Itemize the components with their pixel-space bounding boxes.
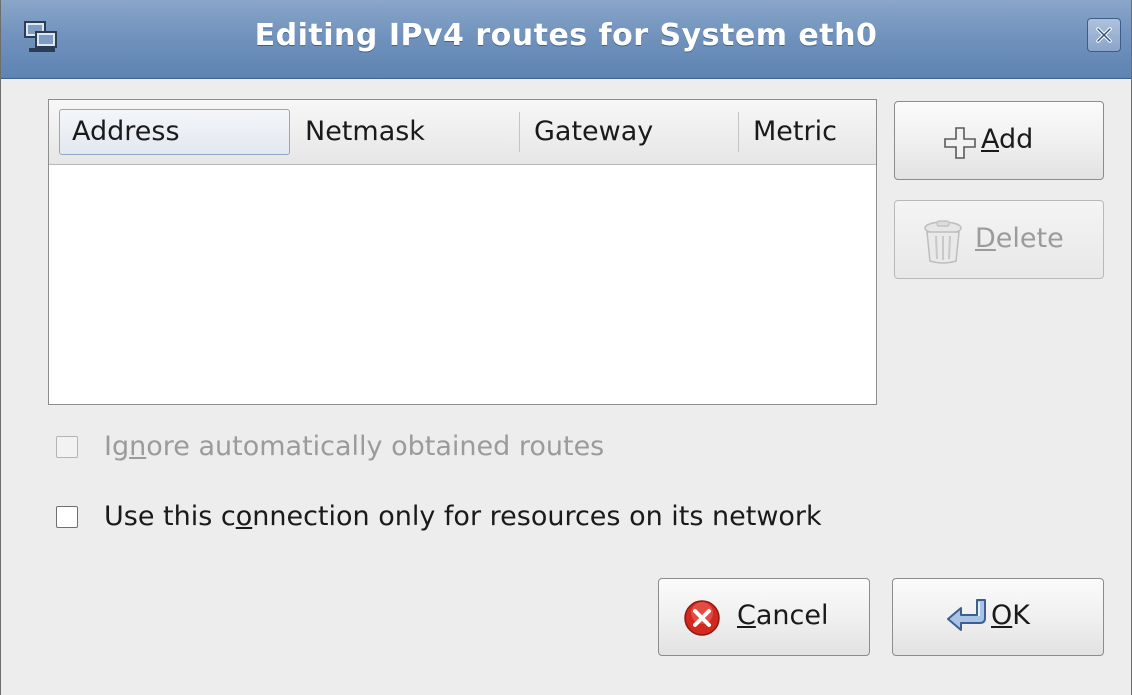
dialog-window: Editing IPv4 routes for System eth0 Addr… <box>0 0 1132 695</box>
column-header-address[interactable]: Address <box>59 109 290 155</box>
title-bar[interactable]: Editing IPv4 routes for System eth0 <box>1 0 1131 79</box>
close-button[interactable] <box>1087 18 1121 52</box>
delete-button[interactable]: Delete <box>894 200 1104 279</box>
only-local-resources-checkbox[interactable] <box>56 506 78 528</box>
cancel-icon <box>683 599 721 644</box>
column-header-netmask[interactable]: Netmask <box>291 100 519 164</box>
window-title: Editing IPv4 routes for System eth0 <box>254 18 878 53</box>
trash-icon <box>921 219 965 272</box>
ignore-auto-routes-checkbox[interactable] <box>56 436 78 458</box>
plus-icon <box>943 126 977 167</box>
column-header-gateway[interactable]: Gateway <box>520 100 738 164</box>
table-header: Address Netmask Gateway Metric <box>49 100 876 165</box>
ok-return-arrow-icon <box>945 596 989 643</box>
ok-button-label: OK <box>991 600 1030 631</box>
ignore-auto-routes-label: Ignore automatically obtained routes <box>104 431 605 462</box>
routes-table[interactable]: Address Netmask Gateway Metric <box>48 99 877 405</box>
only-local-resources-option[interactable]: Use this connection only for resources o… <box>56 500 1016 534</box>
delete-button-label: Delete <box>975 223 1064 254</box>
add-button[interactable]: Add <box>894 101 1104 180</box>
add-button-label: Add <box>981 124 1034 155</box>
network-connection-icon <box>23 20 59 54</box>
cancel-button[interactable]: Cancel <box>658 578 870 656</box>
ok-button[interactable]: OK <box>892 578 1104 656</box>
table-body[interactable] <box>49 165 876 404</box>
cancel-button-label: Cancel <box>737 600 829 631</box>
column-header-metric[interactable]: Metric <box>739 100 875 164</box>
only-local-resources-label: Use this connection only for resources o… <box>104 501 822 532</box>
ignore-auto-routes-option[interactable]: Ignore automatically obtained routes <box>56 430 756 464</box>
